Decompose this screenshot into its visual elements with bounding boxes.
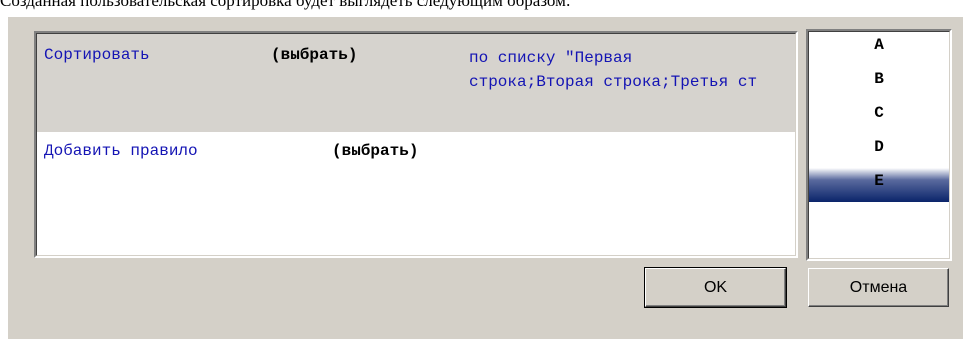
add-rule-choose-link[interactable]: (выбрать) <box>332 142 418 160</box>
list-item-d[interactable]: D <box>809 134 949 168</box>
sort-order-list[interactable]: A B C D E <box>806 29 952 261</box>
sort-choose-link[interactable]: (выбрать) <box>271 46 357 64</box>
sort-rule-row[interactable]: Сортировать (выбрать) по списку "Первая … <box>37 34 795 132</box>
cancel-button[interactable]: Отмена <box>808 268 949 307</box>
list-item-b[interactable]: B <box>809 66 949 100</box>
sort-rules-panel: Сортировать (выбрать) по списку "Первая … <box>34 31 798 258</box>
sort-list-value[interactable]: по списку "Первая строка;Вторая строка;Т… <box>469 46 759 94</box>
sort-label[interactable]: Сортировать <box>44 46 150 64</box>
list-item-c[interactable]: C <box>809 100 949 134</box>
sort-dialog: Сортировать (выбрать) по списку "Первая … <box>8 17 963 339</box>
add-rule-label[interactable]: Добавить правило <box>44 142 198 160</box>
caption-text: Созданная пользовательская сортировка бу… <box>0 0 571 10</box>
ok-button[interactable]: OK <box>644 267 787 308</box>
list-item-a[interactable]: A <box>809 32 949 66</box>
list-item-e[interactable]: E <box>809 168 949 202</box>
